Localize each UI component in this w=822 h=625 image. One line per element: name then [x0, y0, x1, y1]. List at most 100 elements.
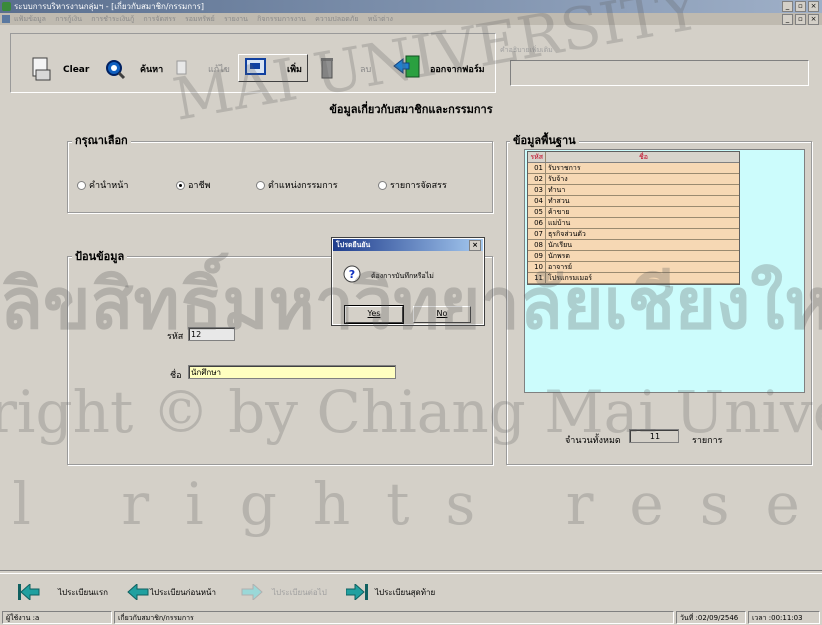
status-time: เวลา :00:11:03 [748, 611, 820, 624]
document-icon[interactable] [2, 15, 10, 23]
code-field[interactable]: 12 [188, 327, 235, 341]
row-name: ธุรกิจส่วนตัว [548, 230, 586, 238]
menu-allocate[interactable]: การจัดสรร [143, 15, 175, 23]
menu-security[interactable]: ความปลอดภัย [315, 15, 358, 23]
table-row[interactable]: 02 รับจ้าง [528, 174, 739, 185]
menu-activity[interactable]: กิจกรรมการงาน [257, 15, 306, 23]
radio-committee-position[interactable]: ตำแหน่งกรรมการ [256, 178, 338, 192]
prev-record-button[interactable]: ไประเบียนก่อนหน้า [150, 588, 216, 598]
row-code: 08 [528, 240, 546, 250]
last-record-icon[interactable] [346, 584, 368, 600]
info-box [510, 60, 809, 86]
minimize-button[interactable]: _ [782, 1, 793, 12]
status-bar: ผู้ใช้งาน :a เกี่ยวกับสมาชิก/กรรมการ วัน… [0, 610, 822, 625]
no-label: No [436, 309, 448, 318]
search-icon [106, 60, 126, 80]
window-title: ระบบการบริหารงานกลุ่มฯ - [เกี่ยวกับสมาชิ… [14, 2, 205, 11]
radio-occupation[interactable]: อาชีพ [176, 178, 211, 192]
table-row[interactable]: 08 นักเรียน [528, 240, 739, 251]
menu-report[interactable]: รายงาน [224, 15, 248, 23]
radio-label: คำนำหน้า [89, 181, 129, 191]
clear-label[interactable]: Clear [63, 64, 89, 76]
watermark-rights: All rights reserved [0, 470, 822, 538]
edit-button[interactable] [176, 60, 188, 76]
table-row[interactable]: 10 อาจารย์ [528, 262, 739, 273]
table-row[interactable]: 05 ค้าขาย [528, 207, 739, 218]
radio-circle[interactable] [378, 180, 387, 190]
prev-record-icon[interactable] [127, 584, 149, 600]
code-label: รหัส [167, 332, 184, 342]
restore-button[interactable]: ▫ [795, 1, 806, 12]
first-record-button[interactable]: ไประเบียนแรก [58, 588, 108, 598]
dialog-title: โปรดยืนยัน [336, 241, 371, 249]
mdi-close-button[interactable]: × [808, 14, 819, 25]
menu-window[interactable]: หน้าต่าง [368, 15, 393, 23]
menu-savings[interactable]: รอมทรัพย์ [185, 15, 215, 23]
header-code[interactable]: รหัส [528, 152, 546, 162]
name-field[interactable]: นักศึกษา [188, 365, 396, 379]
table-row[interactable]: 01 รับราชการ [528, 163, 739, 174]
menu-repay[interactable]: การชำระเงินกู้ [91, 15, 134, 23]
radio-circle[interactable] [77, 180, 86, 190]
table-row[interactable]: 11 โปรแกรมเมอร์ [528, 273, 739, 284]
row-name: นักพรต [548, 252, 570, 260]
row-name: รับราชการ [548, 164, 581, 172]
radio-circle[interactable] [256, 180, 265, 190]
dialog-close-icon[interactable]: × [469, 240, 481, 251]
header-name[interactable]: ชื่อ [546, 152, 739, 162]
base-data-table[interactable]: รหัส ชื่อ 01 รับราชการ 02 รับจ้าง 03 ทำนา 0… [527, 151, 740, 285]
page-title: ข้อมูลเกี่ยวกับสมาชิกและกรรมการ [329, 103, 493, 116]
total-count: 11 [629, 429, 679, 443]
row-name: ค้าขาย [548, 208, 570, 216]
table-row[interactable]: 07 ธุรกิจส่วนตัว [528, 229, 739, 240]
radio-circle-selected[interactable] [176, 180, 185, 190]
table-row[interactable]: 04 ทำสวน [528, 196, 739, 207]
nav-separator [0, 570, 822, 571]
table-row[interactable]: 03 ทำนา [528, 185, 739, 196]
radio-allocation[interactable]: รายการจัดสรร [378, 178, 447, 192]
clear-icon [32, 57, 51, 81]
row-code: 09 [528, 251, 546, 261]
close-button[interactable]: × [808, 1, 819, 12]
next-record-button[interactable]: ไประเบียนต่อไป [272, 588, 327, 598]
edit-label[interactable]: แก้ไข [208, 64, 230, 76]
menu-file[interactable]: แฟ้มข้อมูล [14, 15, 46, 23]
total-label: จำนวนทั้งหมด [565, 436, 621, 446]
delete-button[interactable] [320, 56, 334, 80]
add-label[interactable]: เพิ่ม [287, 64, 302, 76]
exit-button[interactable] [392, 54, 422, 80]
table-row[interactable]: 09 นักพรต [528, 251, 739, 262]
search-button[interactable] [104, 58, 126, 80]
first-record-icon[interactable] [18, 584, 40, 600]
delete-label[interactable]: ลบ [360, 64, 371, 76]
total-unit: รายการ [692, 436, 723, 446]
radio-label: ตำแหน่งกรรมการ [268, 181, 338, 191]
dialog-titlebar: โปรดยืนยัน × [333, 239, 483, 251]
dialog-no-button[interactable]: No [413, 306, 471, 323]
next-record-icon[interactable] [241, 584, 263, 600]
clear-button[interactable] [30, 56, 54, 82]
info-caption: คำอธิบายเพิ่มเติม [500, 46, 553, 54]
row-name: แม่บ้าน [548, 219, 571, 227]
yes-label: Yes [367, 309, 381, 318]
row-code: 07 [528, 229, 546, 239]
title-bar: ระบบการบริหารงานกลุ่มฯ - [เกี่ยวกับสมาชิ… [0, 0, 822, 13]
search-label[interactable]: ค้นหา [140, 64, 163, 76]
mdi-minimize-button[interactable]: _ [782, 14, 793, 25]
status-date: วันที่ :02/09/2546 [676, 611, 746, 624]
row-code: 10 [528, 262, 546, 272]
menu-loan[interactable]: การกู้เงิน [55, 15, 82, 23]
radio-title-prefix[interactable]: คำนำหน้า [77, 178, 128, 192]
question-icon: ? [343, 265, 361, 283]
dialog-yes-button[interactable]: Yes [344, 305, 404, 324]
radio-label: รายการจัดสรร [390, 181, 447, 191]
row-name: อาจารย์ [548, 263, 573, 271]
mdi-restore-button[interactable]: ▫ [795, 14, 806, 25]
trash-icon [321, 58, 333, 79]
exit-label[interactable]: ออกจากฟอร์ม [430, 64, 485, 76]
table-row[interactable]: 06 แม่บ้าน [528, 218, 739, 229]
row-code: 04 [528, 196, 546, 206]
edit-icon [176, 60, 187, 75]
dialog-message: ต้องการบันทึกหรือไม่ [371, 272, 434, 280]
last-record-button[interactable]: ไประเบียนสุดท้าย [375, 588, 435, 598]
